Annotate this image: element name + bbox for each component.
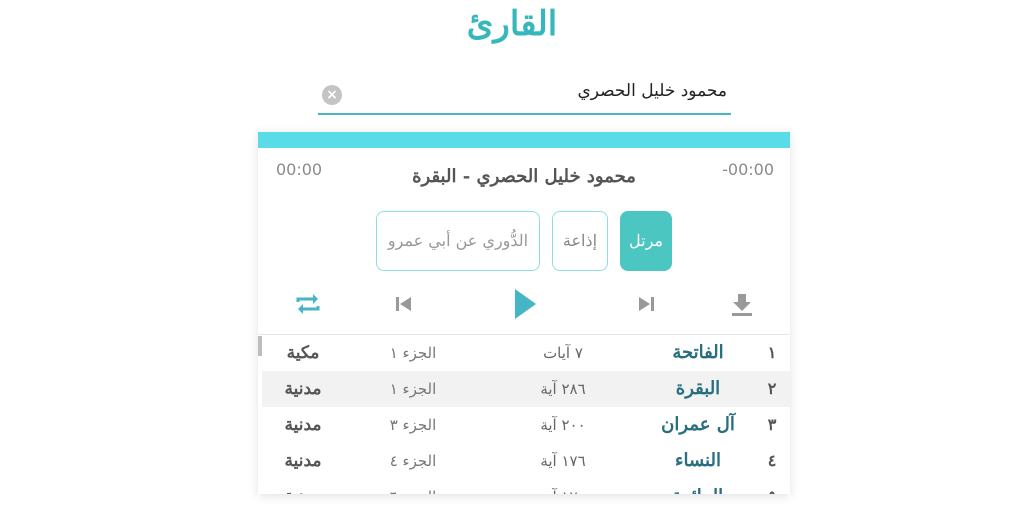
reciter-search: × <box>318 70 731 115</box>
broadcast-button[interactable]: إذاعة <box>552 211 608 271</box>
skip-previous-icon[interactable] <box>384 284 424 324</box>
surah-row[interactable]: ٣ آل عمران ٢٠٠ آية الجزء ٣ مدنية <box>262 407 790 443</box>
surah-name: آل عمران <box>661 414 735 435</box>
surah-number: ٥ <box>762 479 782 494</box>
surah-revelation-type: مدنية <box>284 379 322 399</box>
surah-ayat-count: ١٢٠ آية <box>508 479 618 494</box>
surah-ayat-count: ٢٠٠ آية <box>540 416 586 434</box>
surah-number: ٢ <box>767 379 777 398</box>
surah-juz: الجزء ٦ <box>368 479 458 494</box>
progress-bar[interactable] <box>258 132 790 148</box>
surah-row[interactable]: ٤ النساء ١٧٦ آية الجزء ٤ مدنية <box>262 443 790 479</box>
surah-ayat-count: ٢٨٦ آية <box>540 380 586 398</box>
play-icon[interactable] <box>504 284 544 324</box>
surah-name: المائدة <box>658 479 738 494</box>
surah-revelation-type: مدنية <box>284 415 322 435</box>
now-playing-title: محمود خليل الحصري - البقرة <box>412 166 636 187</box>
surah-name: النساء <box>675 450 721 471</box>
surah-ayat-count: ٧ آيات <box>543 344 583 362</box>
skip-next-icon[interactable] <box>626 284 666 324</box>
surah-number: ٣ <box>767 415 777 434</box>
surah-juz: الجزء ٣ <box>389 416 437 434</box>
surah-row[interactable]: ١ الفاتحة ٧ آيات الجزء ١ مكية <box>262 335 790 371</box>
surah-name: البقرة <box>675 378 721 399</box>
surah-number: ١ <box>767 343 777 362</box>
surah-list: ١ الفاتحة ٧ آيات الجزء ١ مكية ٢ البقرة ٢… <box>258 334 790 494</box>
surah-juz: الجزء ٤ <box>389 452 437 470</box>
surah-revelation-type: مدنية <box>268 479 338 494</box>
riwaya-button[interactable]: الدُّوري عن أبي عمرو <box>376 211 540 271</box>
surah-number: ٤ <box>767 451 777 470</box>
murattal-button[interactable]: مرتل <box>620 211 672 271</box>
repeat-icon[interactable] <box>288 284 328 324</box>
audio-player: 00:00 -00:00 محمود خليل الحصري - البقرة … <box>258 132 790 494</box>
reciter-search-input[interactable] <box>367 76 727 106</box>
surah-juz: الجزء ١ <box>389 380 437 398</box>
clear-search-icon[interactable]: × <box>322 85 342 105</box>
surah-revelation-type: مكية <box>286 343 320 363</box>
surah-ayat-count: ١٧٦ آية <box>540 452 586 470</box>
surah-name: الفاتحة <box>672 342 724 363</box>
surah-row[interactable]: ٥ المائدة ١٢٠ آية الجزء ٦ مدنية <box>262 479 790 494</box>
surah-revelation-type: مدنية <box>284 451 322 471</box>
download-icon[interactable] <box>722 284 762 324</box>
surah-row[interactable]: ٢ البقرة ٢٨٦ آية الجزء ١ مدنية <box>262 371 790 407</box>
surah-juz: الجزء ١ <box>389 344 437 362</box>
app-title: القارئ <box>466 4 558 44</box>
